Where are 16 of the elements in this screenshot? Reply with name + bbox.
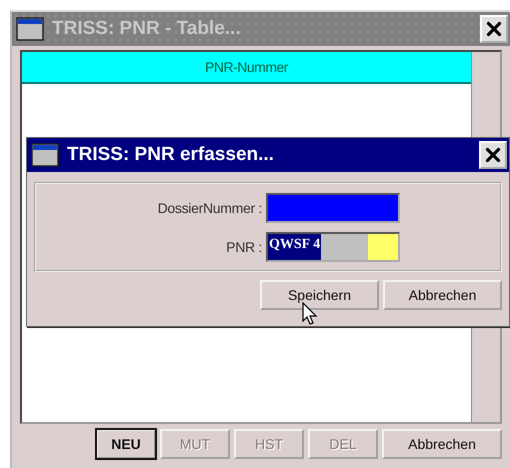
dialog-button[interactable]: Abbrechen [383,280,502,310]
input-field[interactable] [266,192,400,222]
column-header[interactable]: PNR-Nummer [22,52,471,84]
close-button[interactable] [480,15,508,43]
close-button[interactable] [479,141,507,169]
window-icon [31,143,59,167]
input-field[interactable]: QWSF 4 [266,232,400,262]
dialog-button[interactable]: Speichern [260,280,379,310]
action-button[interactable]: NEU [96,429,156,459]
window-icon [16,17,44,41]
dialog-title: TRISS: PNR erfassen... [67,144,275,166]
field-label: DossierNummer : [156,200,263,216]
window-title: TRISS: PNR - Table... [52,18,242,40]
action-button[interactable]: Abbrechen [382,429,502,459]
mouse-pointer-icon [302,302,318,326]
field-label: PNR : [225,238,263,254]
